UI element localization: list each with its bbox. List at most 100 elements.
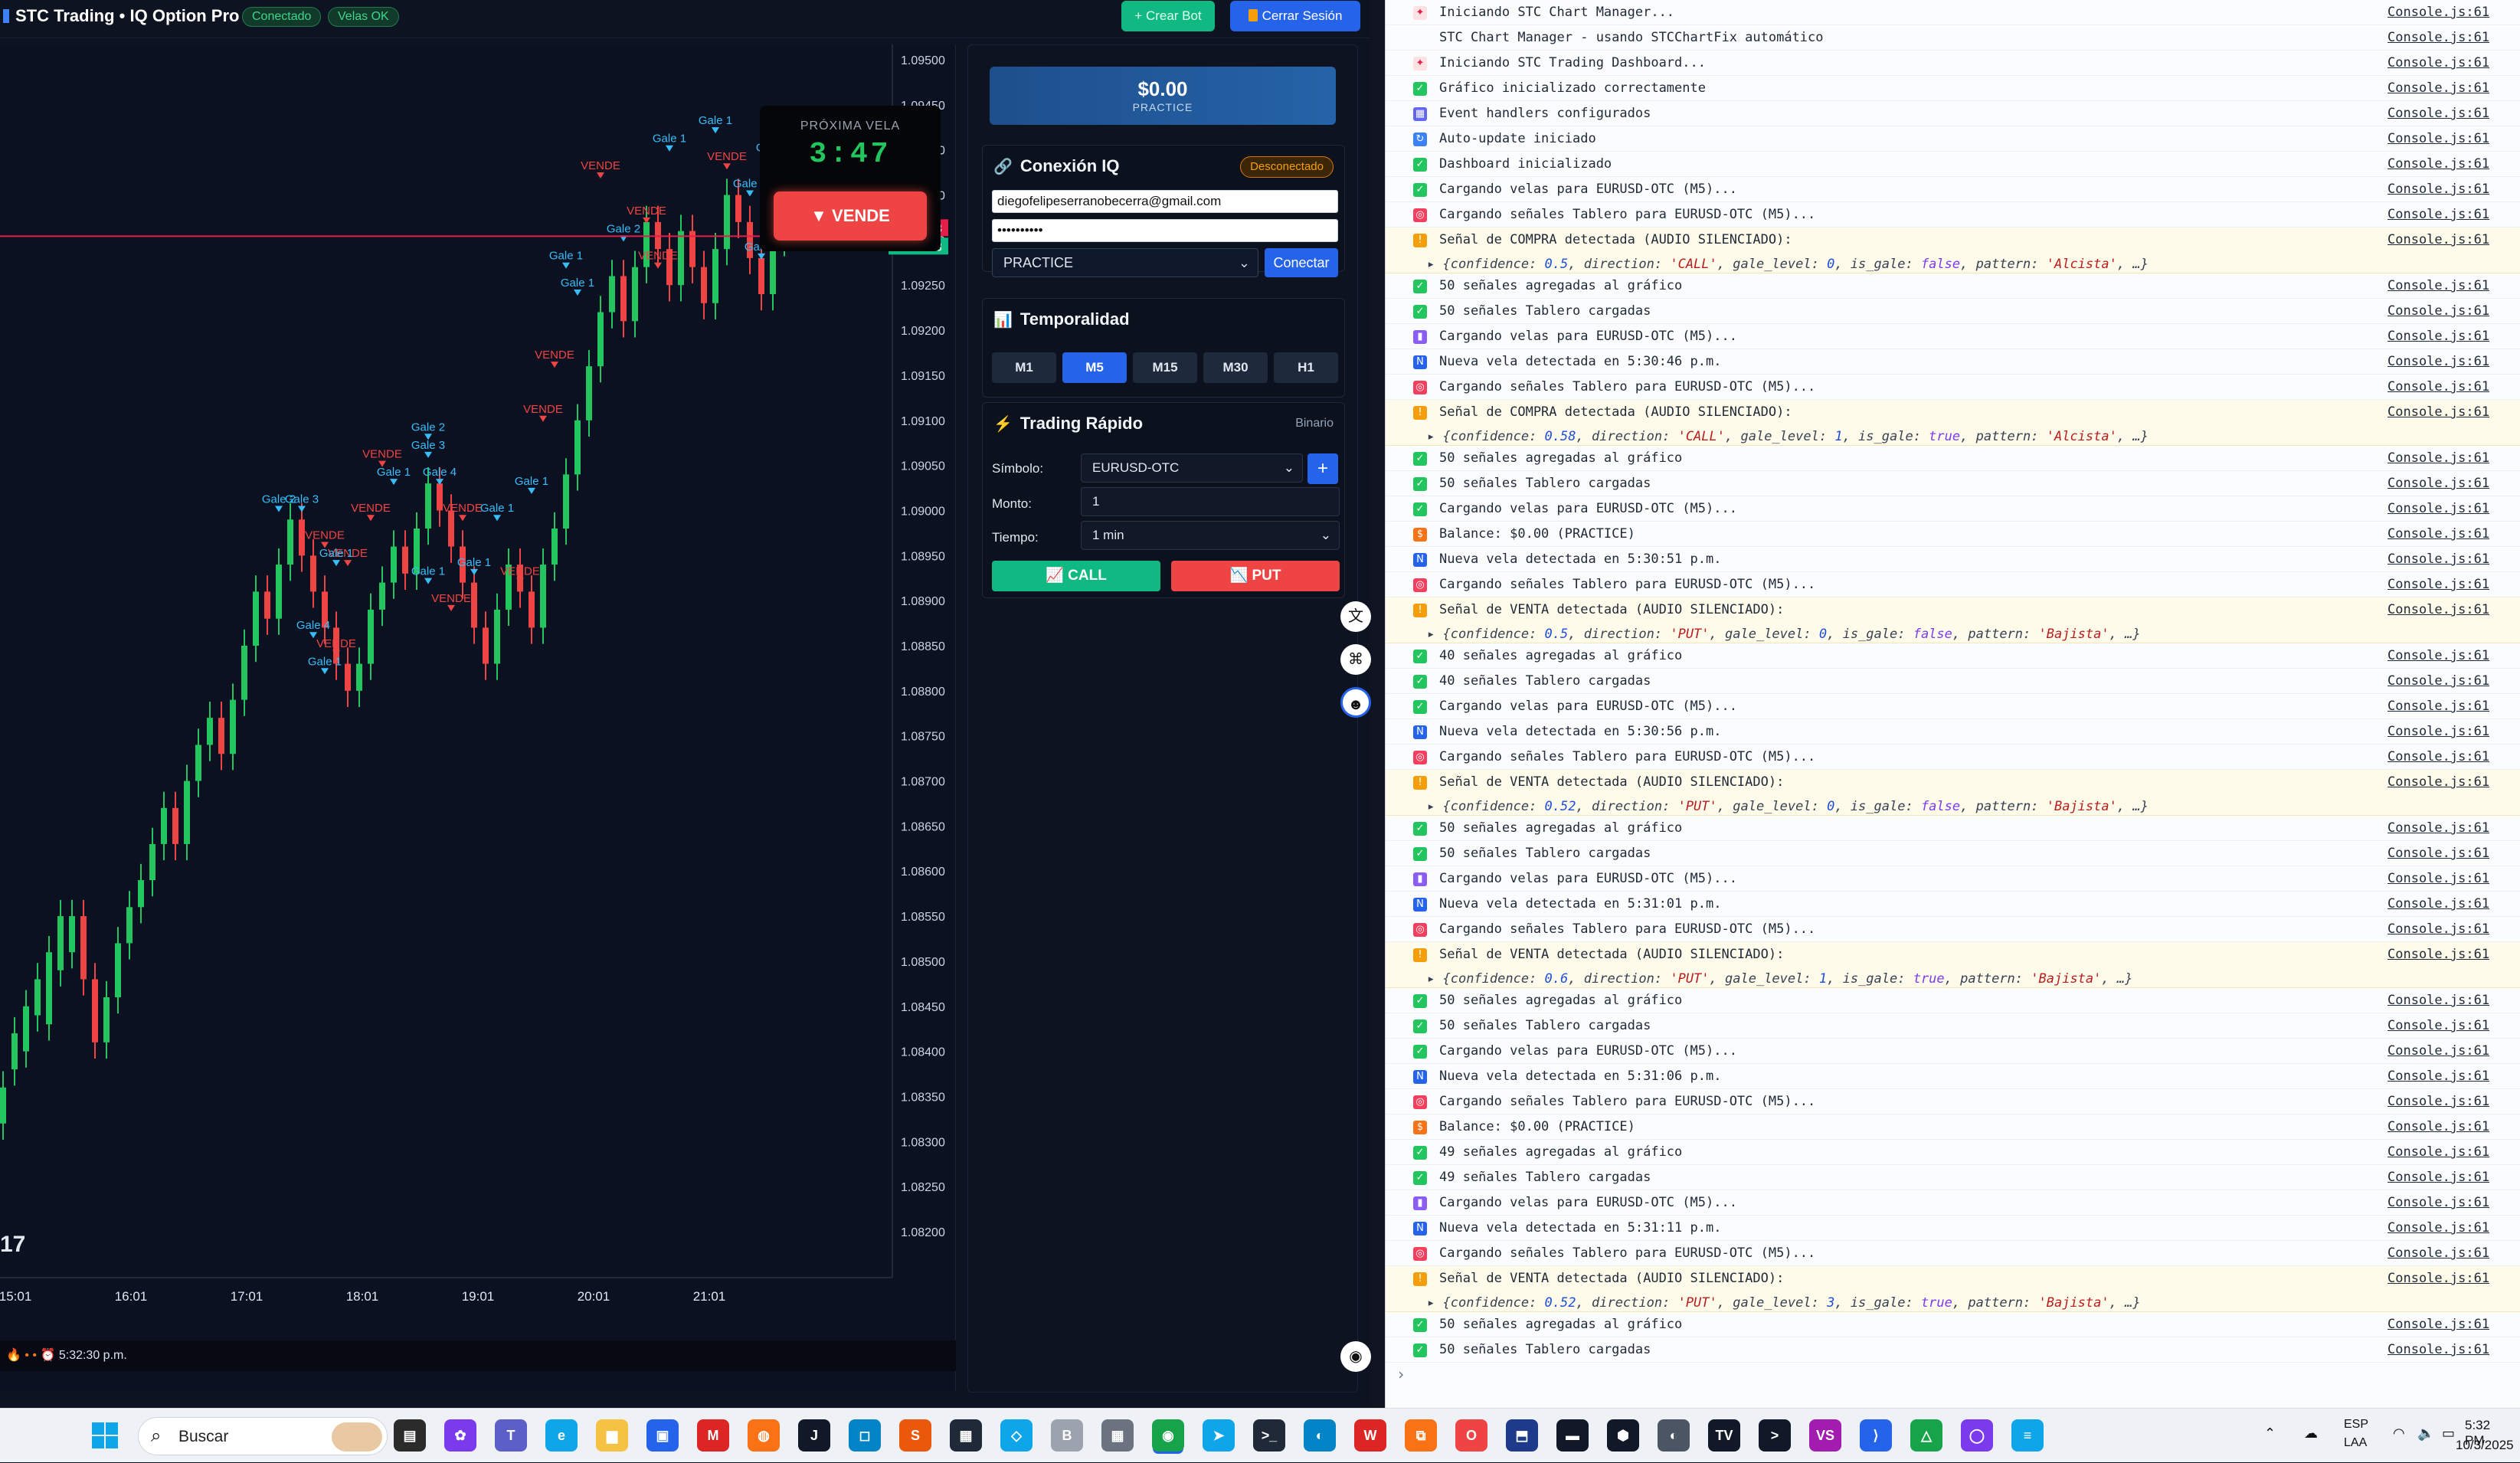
console-source-link[interactable]: Console.js:61	[2387, 820, 2489, 836]
clock-date[interactable]: 10/3/2025	[2456, 1438, 2514, 1453]
console-source-link[interactable]: Console.js:61	[2387, 749, 2489, 764]
bots-icon[interactable]: B	[1051, 1419, 1083, 1452]
console-object-preview[interactable]: ▸ {confidence: 0.52, direction: 'PUT', g…	[1427, 1295, 2141, 1311]
create-bot-button[interactable]: + Crear Bot	[1121, 1, 1215, 31]
extensions-icon[interactable]: ⌘	[1340, 644, 1371, 675]
copilot-icon[interactable]: ✿	[444, 1419, 476, 1452]
console-source-link[interactable]: Console.js:61	[2387, 1220, 2489, 1236]
call-button[interactable]: 📈 CALL	[992, 561, 1160, 591]
console-source-link[interactable]: Console.js:61	[2387, 1018, 2489, 1033]
timeframe-h1[interactable]: H1	[1274, 352, 1338, 383]
cloud-icon[interactable]: ☁	[2304, 1425, 2318, 1442]
edge-icon[interactable]: e	[545, 1419, 578, 1452]
console-source-link[interactable]: Console.js:61	[2387, 156, 2489, 172]
add-symbol-button[interactable]: +	[1307, 453, 1338, 484]
timeframe-m30[interactable]: M30	[1203, 352, 1268, 383]
console-source-link[interactable]: Console.js:61	[2387, 724, 2489, 739]
wifi-icon[interactable]: ◠	[2393, 1425, 2405, 1442]
console-source-link[interactable]: Console.js:61	[2387, 476, 2489, 491]
explorer-icon[interactable]: ▆	[596, 1419, 628, 1452]
sublime-icon[interactable]: S	[899, 1419, 931, 1452]
telegram-icon[interactable]: ➤	[1203, 1419, 1235, 1452]
console-source-link[interactable]: Console.js:61	[2387, 896, 2489, 912]
console-source-link[interactable]: Console.js:61	[2387, 648, 2489, 663]
console-source-link[interactable]: Console.js:61	[2387, 450, 2489, 466]
console-source-link[interactable]: Console.js:61	[2387, 379, 2489, 394]
connect-button[interactable]: Conectar	[1265, 248, 1338, 277]
azure-icon[interactable]: ◇	[1000, 1419, 1033, 1452]
timeframe-m1[interactable]: M1	[992, 352, 1056, 383]
console-object-preview[interactable]: ▸ {confidence: 0.6, direction: 'PUT', ga…	[1427, 971, 2132, 987]
console-source-link[interactable]: Console.js:61	[2387, 106, 2489, 121]
console-source-link[interactable]: Console.js:61	[2387, 232, 2489, 247]
firefox-icon[interactable]: ◍	[748, 1419, 780, 1452]
taskbar-search[interactable]: ⌕ Buscar	[138, 1417, 388, 1455]
put-button[interactable]: 📉 PUT	[1171, 561, 1340, 591]
vscode-icon[interactable]: ⟩	[1860, 1419, 1892, 1452]
console-prompt[interactable]: ›	[1396, 1365, 1406, 1383]
console-source-link[interactable]: Console.js:61	[2387, 1119, 2489, 1134]
console-source-link[interactable]: Console.js:61	[2387, 5, 2489, 20]
console-source-link[interactable]: Console.js:61	[2387, 1317, 2489, 1332]
sell-signal-button[interactable]: ▼ VENDE	[774, 191, 927, 241]
notepad-icon[interactable]: ≡	[2011, 1419, 2044, 1452]
console-source-link[interactable]: Console.js:61	[2387, 303, 2489, 319]
console-source-link[interactable]: Console.js:61	[2387, 404, 2489, 420]
console-source-link[interactable]: Console.js:61	[2387, 602, 2489, 617]
time-select[interactable]: 1 min ⌄	[1081, 521, 1340, 550]
app-orange-icon[interactable]: ⧉	[1405, 1419, 1437, 1452]
console-source-link[interactable]: Console.js:61	[2387, 1170, 2489, 1185]
timeframe-m5[interactable]: M5	[1062, 352, 1127, 383]
ai-chat-icon[interactable]: ◉	[1340, 1341, 1371, 1372]
console-object-preview[interactable]: ▸ {confidence: 0.5, direction: 'PUT', ga…	[1427, 627, 2141, 642]
console-source-link[interactable]: Console.js:61	[2387, 55, 2489, 70]
console-source-link[interactable]: Console.js:61	[2387, 526, 2489, 542]
password-field[interactable]: ••••••••••	[992, 219, 1338, 242]
console-source-link[interactable]: Console.js:61	[2387, 30, 2489, 45]
app-network-icon[interactable]: ⬒	[1506, 1419, 1538, 1452]
language-layout[interactable]: LAA	[2344, 1436, 2367, 1450]
devtools-console[interactable]: ✦ Iniciando STC Chart Manager... Console.j…	[1385, 0, 2520, 1408]
jetbrains-icon[interactable]: J	[798, 1419, 830, 1452]
logout-button[interactable]: Cerrar Sesión	[1230, 1, 1360, 31]
console-source-link[interactable]: Console.js:61	[2387, 329, 2489, 344]
chrome-icon[interactable]: ◉	[1152, 1419, 1184, 1452]
cmd-icon[interactable]: ▬	[1556, 1419, 1589, 1452]
files-icon[interactable]: ▤	[394, 1419, 426, 1452]
terminal-icon[interactable]: >_	[1253, 1419, 1285, 1452]
amount-input[interactable]: 1	[1081, 487, 1340, 516]
email-field[interactable]: diegofelipeserranobecerra@gmail.com	[992, 190, 1338, 213]
console-object-preview[interactable]: ▸ {confidence: 0.5, direction: 'CALL', g…	[1427, 257, 2149, 272]
chevron-up-icon[interactable]: ⌃	[2264, 1425, 2276, 1442]
tradingview-icon[interactable]: TV	[1708, 1419, 1740, 1452]
console-source-link[interactable]: Console.js:61	[2387, 501, 2489, 516]
visual-studio-icon[interactable]: VS	[1809, 1419, 1841, 1452]
console-source-link[interactable]: Console.js:61	[2387, 1195, 2489, 1210]
console-source-link[interactable]: Console.js:61	[2387, 947, 2489, 962]
account-type-select[interactable]: PRACTICE ⌄	[992, 248, 1258, 277]
github-desktop-icon[interactable]: ◐	[1658, 1419, 1690, 1452]
console-source-link[interactable]: Console.js:61	[2387, 1043, 2489, 1059]
console-source-link[interactable]: Console.js:61	[2387, 699, 2489, 714]
epic-icon[interactable]: ⬢	[1607, 1419, 1639, 1452]
teams-icon[interactable]: T	[495, 1419, 527, 1452]
console-object-preview[interactable]: ▸ {confidence: 0.58, direction: 'CALL', …	[1427, 429, 2149, 444]
assistant-icon[interactable]: ☻	[1340, 687, 1371, 718]
console-source-link[interactable]: Console.js:61	[2387, 774, 2489, 790]
console-source-link[interactable]: Console.js:61	[2387, 551, 2489, 567]
console-source-link[interactable]: Console.js:61	[2387, 80, 2489, 96]
console-source-link[interactable]: Console.js:61	[2387, 577, 2489, 592]
symbol-select[interactable]: EURUSD-OTC ⌄	[1081, 453, 1303, 483]
console-source-link[interactable]: Console.js:61	[2387, 354, 2489, 369]
console-source-link[interactable]: Console.js:61	[2387, 1069, 2489, 1084]
app-edge2-icon[interactable]: ◐	[1304, 1419, 1336, 1452]
console-source-link[interactable]: Console.js:61	[2387, 207, 2489, 222]
console-source-link[interactable]: Console.js:61	[2387, 673, 2489, 689]
console-source-link[interactable]: Console.js:61	[2387, 182, 2489, 197]
battery-icon[interactable]: ▭	[2442, 1425, 2455, 1442]
console-source-link[interactable]: Console.js:61	[2387, 278, 2489, 293]
timeframe-m15[interactable]: M15	[1133, 352, 1197, 383]
mcafee-icon[interactable]: M	[697, 1419, 729, 1452]
console-source-link[interactable]: Console.js:61	[2387, 1144, 2489, 1160]
console-source-link[interactable]: Console.js:61	[2387, 871, 2489, 886]
